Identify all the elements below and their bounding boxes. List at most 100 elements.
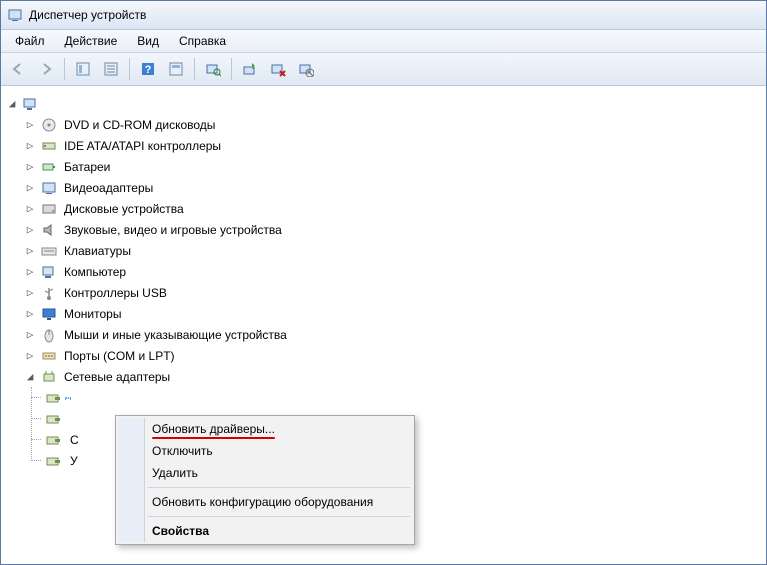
tree-category-label: Звуковые, видео и игровые устройства [61, 222, 285, 238]
app-icon [7, 7, 23, 23]
expand-icon[interactable]: ▷ [23, 118, 37, 132]
disable-button[interactable] [293, 56, 319, 82]
titlebar[interactable]: Диспетчер устройств [1, 1, 766, 30]
tree-category[interactable]: ▷ Звуковые, видео и игровые устройства [23, 219, 762, 240]
menu-scan-hardware[interactable]: Обновить конфигурацию оборудования [118, 491, 412, 513]
toolbar-separator [194, 58, 195, 80]
scan-hardware-button[interactable] [200, 56, 226, 82]
tree-category[interactable]: ▷ Мониторы [23, 303, 762, 324]
tree-category-label: Дисковые устройства [61, 201, 187, 217]
toolbar-separator [231, 58, 232, 80]
tree-device-label: У [65, 453, 81, 469]
menu-uninstall-label: Удалить [152, 466, 198, 480]
netcard-icon [45, 390, 61, 406]
audio-icon [41, 222, 57, 238]
tree-category[interactable]: ▷ Компьютер [23, 261, 762, 282]
tree-device[interactable] [41, 387, 762, 408]
menu-file[interactable]: Файл [5, 32, 55, 50]
mouse-icon [41, 327, 57, 343]
tree-category-label: Батареи [61, 159, 113, 175]
tree-category-label: DVD и CD-ROM дисководы [61, 117, 218, 133]
tree-category-label: Сетевые адаптеры [61, 369, 173, 385]
action-button[interactable] [163, 56, 189, 82]
toolbar: ? [1, 53, 766, 86]
toolbar-separator [64, 58, 65, 80]
menu-help[interactable]: Справка [169, 32, 236, 50]
menu-update-drivers-label: Обновить драйверы... [152, 422, 275, 436]
properties-button[interactable] [98, 56, 124, 82]
display-icon [41, 180, 57, 196]
tree-category[interactable]: ▷ IDE ATA/ATAPI контроллеры [23, 135, 762, 156]
expand-icon[interactable]: ▷ [23, 265, 37, 279]
back-button[interactable] [5, 56, 31, 82]
collapse-icon[interactable]: ◢ [5, 97, 19, 111]
context-menu-separator [148, 516, 410, 517]
tree-root-label [43, 103, 49, 105]
expand-icon[interactable]: ▷ [23, 223, 37, 237]
tree-category-label: Клавиатуры [61, 243, 134, 259]
menu-properties-label: Свойства [152, 524, 209, 538]
tree-category-label: Мониторы [61, 306, 124, 322]
collapse-icon[interactable]: ◢ [23, 370, 37, 384]
tree-device-label [65, 397, 71, 399]
tree-category-label: Контроллеры USB [61, 285, 170, 301]
expand-icon[interactable]: ▷ [23, 307, 37, 321]
show-hide-tree-button[interactable] [70, 56, 96, 82]
expand-icon[interactable]: ▷ [23, 160, 37, 174]
expand-icon[interactable]: ▷ [23, 349, 37, 363]
svg-text:?: ? [145, 64, 152, 76]
netcard-icon [45, 453, 61, 469]
help-button[interactable]: ? [135, 56, 161, 82]
port-icon [41, 348, 57, 364]
tree-root[interactable]: ◢ [5, 93, 762, 114]
expand-icon[interactable]: ▷ [23, 202, 37, 216]
menubar: Файл Действие Вид Справка [1, 30, 766, 53]
context-menu-separator [148, 487, 410, 488]
tree-category-label: IDE ATA/ATAPI контроллеры [61, 138, 224, 154]
netcard-icon [45, 432, 61, 448]
toolbar-separator [129, 58, 130, 80]
tree-category-label: Компьютер [61, 264, 129, 280]
device-manager-window: Диспетчер устройств Файл Действие Вид Сп… [0, 0, 767, 565]
menu-disable-label: Отключить [152, 444, 213, 458]
keyboard-icon [41, 243, 57, 259]
computer-icon [41, 264, 57, 280]
menu-scan-hardware-label: Обновить конфигурацию оборудования [152, 495, 373, 509]
tree-category-label: Порты (COM и LPT) [61, 348, 178, 364]
netcard-icon [45, 411, 61, 427]
expand-icon[interactable]: ▷ [23, 244, 37, 258]
expand-icon[interactable]: ▷ [23, 181, 37, 195]
tree-category[interactable]: ▷Видеоадаптеры [23, 177, 762, 198]
tree-category[interactable]: ▷ Батареи [23, 156, 762, 177]
battery-icon [41, 159, 57, 175]
tree-device-label [65, 418, 71, 420]
ide-icon [41, 138, 57, 154]
menu-disable[interactable]: Отключить [118, 440, 412, 462]
uninstall-button[interactable] [265, 56, 291, 82]
monitor-icon [41, 306, 57, 322]
update-driver-button[interactable] [237, 56, 263, 82]
expand-icon[interactable]: ▷ [23, 328, 37, 342]
usb-icon [41, 285, 57, 301]
tree-device-label: С [65, 432, 82, 448]
tree-category[interactable]: ▷ DVD и CD-ROM дисководы [23, 114, 762, 135]
expand-icon[interactable]: ▷ [23, 139, 37, 153]
tree-category[interactable]: ▷ Порты (COM и LPT) [23, 345, 762, 366]
tree-category[interactable]: ▷ Клавиатуры [23, 240, 762, 261]
expand-icon[interactable]: ▷ [23, 286, 37, 300]
hdd-icon [41, 201, 57, 217]
context-menu: Обновить драйверы... Отключить Удалить О… [115, 415, 415, 545]
menu-properties[interactable]: Свойства [118, 520, 412, 542]
tree-category[interactable]: ▷ Дисковые устройства [23, 198, 762, 219]
tree-category[interactable]: ◢ Сетевые адаптеры [23, 366, 762, 387]
menu-uninstall[interactable]: Удалить [118, 462, 412, 484]
forward-button[interactable] [33, 56, 59, 82]
tree-category[interactable]: ▷ Контроллеры USB [23, 282, 762, 303]
tree-category[interactable]: ▷ Мыши и иные указывающие устройства [23, 324, 762, 345]
menu-update-drivers[interactable]: Обновить драйверы... [118, 418, 412, 440]
window-title: Диспетчер устройств [29, 8, 146, 22]
menu-action[interactable]: Действие [55, 32, 128, 50]
tree-category-label: Мыши и иные указывающие устройства [61, 327, 290, 343]
computer-icon [23, 96, 39, 112]
menu-view[interactable]: Вид [127, 32, 169, 50]
